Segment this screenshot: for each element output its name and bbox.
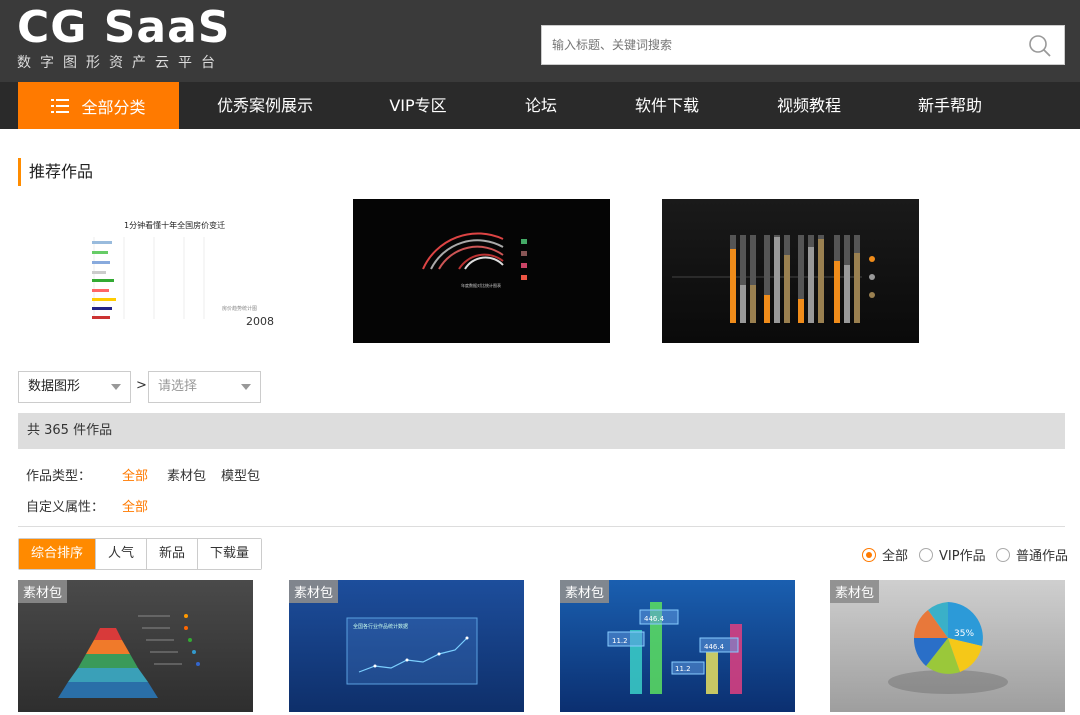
logo-title: CG SaaS [17, 2, 231, 53]
sort-tab-downloads[interactable]: 下载量 [197, 539, 261, 569]
sort-tabs: 综合排序 人气 新品 下载量 [18, 538, 262, 570]
custom-filter-all[interactable]: 全部 [122, 496, 148, 515]
recommended-thumb-1[interactable]: 1分钟看懂十年全国房价变迁 房价趋势统计图 2008 [44, 199, 301, 343]
chevron-down-icon [241, 384, 251, 390]
nav-item-showcase[interactable]: 优秀案例展示 [205, 82, 325, 129]
sort-tab-overall[interactable]: 综合排序 [19, 539, 95, 569]
radio-all[interactable]: 全部 [862, 545, 908, 564]
radial-bar-chart-image: 年度数据对比统计图表 [422, 232, 527, 288]
type-filter-material[interactable]: 素材包 [167, 465, 206, 484]
3d-bar-chart-image [672, 235, 875, 323]
card-badge: 素材包 [830, 580, 880, 603]
card4-center-label: 35% [954, 629, 974, 639]
nav-item-videos[interactable]: 视频教程 [767, 82, 851, 129]
card-badge: 素材包 [289, 580, 339, 603]
radio-vip-label: VIP作品 [939, 549, 986, 564]
thumb1-title: 1分钟看懂十年全国房价变迁 [124, 220, 225, 230]
thumb2-caption: 年度数据对比统计图表 [461, 282, 501, 288]
card3-label-2: 11.2 [612, 637, 628, 645]
card-badge: 素材包 [560, 580, 610, 603]
work-card-2[interactable]: 全国各行业作品统计数据 素材包 [289, 580, 524, 712]
radio-all-label: 全部 [882, 549, 909, 564]
housing-price-chart-image: 1分钟看懂十年全国房价变迁 房价趋势统计图 2008 [92, 220, 274, 328]
nav-item-forum[interactable]: 论坛 [511, 82, 571, 129]
card3-label-1: 446.4 [644, 615, 665, 623]
result-count: 共 365 件作品 [18, 413, 1065, 449]
radio-vip[interactable]: VIP作品 [919, 545, 986, 564]
breadcrumb-separator: > [136, 378, 147, 393]
recommended-thumb-3[interactable] [662, 199, 919, 343]
type-filter-all[interactable]: 全部 [122, 465, 148, 484]
nav-item-software[interactable]: 软件下载 [627, 82, 707, 129]
subcategory-dropdown-value: 请选择 [158, 379, 198, 394]
type-filter-label: 作品类型： [26, 469, 92, 484]
subcategory-dropdown[interactable]: 请选择 [148, 371, 261, 403]
sort-tab-new[interactable]: 新品 [146, 539, 197, 569]
chevron-down-icon [111, 384, 121, 390]
category-dropdown[interactable]: 数据图形 [18, 371, 131, 403]
thumb1-caption: 房价趋势统计图 [222, 305, 257, 312]
logo[interactable]: CG SaaS 数字图形资产云平台 [17, 2, 247, 76]
search-box [541, 25, 1065, 65]
category-dropdown-value: 数据图形 [28, 379, 81, 394]
search-icon[interactable] [1028, 34, 1052, 58]
radio-normal-label: 普通作品 [1016, 549, 1069, 564]
nav-item-help[interactable]: 新手帮助 [908, 82, 992, 129]
nav-item-vip[interactable]: VIP专区 [378, 82, 458, 129]
sort-tab-popular[interactable]: 人气 [95, 539, 146, 569]
logo-subtitle: 数字图形资产云平台 [17, 55, 224, 71]
nav-all-label: 全部分类 [81, 97, 146, 117]
custom-filter-label: 自定义属性： [26, 500, 105, 515]
card2-title: 全国各行业作品统计数据 [353, 623, 408, 630]
top-header: CG SaaS 数字图形资产云平台 [0, 0, 1080, 82]
nav-all-categories[interactable]: 全部分类 [18, 82, 179, 129]
type-filter-model[interactable]: 模型包 [221, 465, 260, 484]
card3-label-3: 446.4 [704, 643, 725, 651]
radio-icon-checked [862, 547, 876, 562]
search-input[interactable] [542, 26, 1012, 64]
radio-icon [996, 547, 1010, 562]
thumb1-year: 2008 [246, 315, 274, 328]
menu-icon [51, 98, 70, 113]
work-card-1[interactable]: 素材包 [18, 580, 253, 712]
card-badge: 素材包 [18, 580, 68, 603]
main-nav: 全部分类 优秀案例展示 VIP专区 论坛 软件下载 视频教程 新手帮助 [0, 82, 1080, 129]
recommended-thumb-2[interactable]: 年度数据对比统计图表 [353, 199, 610, 343]
radio-normal[interactable]: 普通作品 [996, 545, 1068, 564]
radio-icon [919, 547, 933, 562]
divider [18, 526, 1065, 527]
work-card-3[interactable]: 446.4 11.2 446.4 11.2 素材包 [560, 580, 795, 712]
recommended-title: 推荐作品 [18, 158, 93, 186]
card3-label-4: 11.2 [675, 665, 691, 673]
work-card-4[interactable]: 35% 素材包 [830, 580, 1065, 712]
